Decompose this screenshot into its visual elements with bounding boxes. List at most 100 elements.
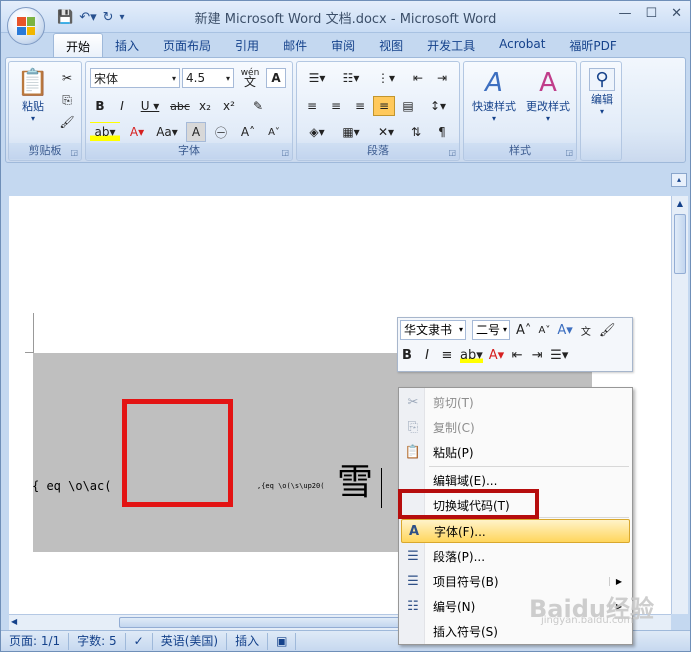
font-name-combo[interactable]: 宋体 ▾ <box>90 68 180 88</box>
vertical-scrollbar[interactable]: ▲ <box>671 196 688 614</box>
subscript-button[interactable]: x₂ <box>194 96 216 116</box>
borders-button[interactable]: ▦▾ <box>335 122 367 142</box>
menu-item-cut[interactable]: ✂ 剪切(T) <box>401 390 630 414</box>
status-words[interactable]: 字数: 5 <box>69 632 126 650</box>
font-color-button[interactable]: A▾ <box>124 122 150 142</box>
status-mode[interactable]: 插入 <box>227 632 269 650</box>
copy-icon[interactable]: ⎘ <box>57 90 77 110</box>
status-language[interactable]: 英语(美国) <box>153 632 228 650</box>
format-painter-icon[interactable]: 🖌 <box>599 323 616 338</box>
tab-review[interactable]: 审阅 <box>319 33 367 57</box>
tab-references[interactable]: 引用 <box>223 33 271 57</box>
format-painter-icon[interactable]: 🖌 <box>57 112 77 132</box>
change-case-button[interactable]: Aa▾ <box>152 122 182 142</box>
font-icon: A <box>408 523 420 539</box>
editing-button[interactable]: ⚲ 编辑 ▾ <box>583 68 621 116</box>
menu-item-paragraph[interactable]: ☰ 段落(P)... <box>401 544 630 568</box>
align-center-button[interactable]: ≡ <box>325 96 347 116</box>
bullets-icon[interactable]: ☰▾ <box>550 348 568 363</box>
change-styles-button[interactable]: A 更改样式 ▾ <box>522 68 574 123</box>
tab-page-layout[interactable]: 页面布局 <box>151 33 223 57</box>
align-right-button[interactable]: ≡ <box>349 96 371 116</box>
quick-styles-button[interactable]: A 快速样式 ▾ <box>468 68 520 123</box>
phonetic-icon[interactable]: 文 <box>579 323 593 338</box>
multilevel-list-button[interactable]: ⋮▾ <box>369 68 403 88</box>
macro-record-icon[interactable]: ▣ <box>268 632 297 650</box>
bullets-button[interactable]: ☰▾ <box>301 68 333 88</box>
line-spacing-button[interactable]: ↕▾ <box>423 96 453 116</box>
grow-font-icon[interactable]: A˄ <box>516 323 531 338</box>
tab-insert[interactable]: 插入 <box>103 33 151 57</box>
font-color-icon[interactable]: A▾ <box>489 348 504 363</box>
tab-mailings[interactable]: 邮件 <box>271 33 319 57</box>
scissors-icon: ✂ <box>407 394 419 410</box>
show-marks-button[interactable]: ¶ <box>431 122 453 142</box>
menu-item-copy[interactable]: ⎘ 复制(C) <box>401 415 630 439</box>
office-logo-icon <box>17 17 35 35</box>
maximize-button[interactable]: ☐ <box>645 6 657 21</box>
dialog-launcher-icon[interactable]: ◲ <box>281 148 289 157</box>
scroll-left-icon[interactable]: ◀ <box>11 617 17 626</box>
tab-foxit-pdf[interactable]: 福昕PDF <box>557 33 628 57</box>
decrease-indent-icon[interactable]: ⇤ <box>510 348 524 363</box>
minimize-button[interactable]: — <box>618 6 631 21</box>
clear-format-button[interactable]: ✎ <box>246 96 270 116</box>
numbering-button[interactable]: ☷▾ <box>335 68 367 88</box>
h-scroll-thumb[interactable] <box>119 617 439 628</box>
enclose-char-button[interactable]: ㊀ <box>210 122 232 142</box>
strikethrough-button[interactable]: abc <box>168 96 192 116</box>
underline-button[interactable]: U ▾ <box>136 96 164 116</box>
field-code-text-1[interactable]: { eq \o\ac( <box>32 479 111 493</box>
title-bar: 💾 ↶▾ ↻ ▾ 新建 Microsoft Word 文档.docx - Mic… <box>1 1 690 33</box>
superscript-button[interactable]: x² <box>218 96 240 116</box>
bold-icon[interactable]: B <box>400 348 414 363</box>
cut-icon[interactable]: ✂ <box>57 68 77 88</box>
mini-font-combo[interactable]: 华文隶书 ▾ <box>400 320 466 340</box>
italic-icon[interactable]: I <box>420 348 434 363</box>
menu-item-font[interactable]: A 字体(F)... <box>401 519 630 543</box>
distribute-button[interactable]: ▤ <box>397 96 419 116</box>
paste-button[interactable]: 📋 粘贴 ▾ <box>15 68 51 123</box>
field-code-text-2[interactable]: ,{eq \o(\s\up20( <box>257 482 324 490</box>
office-button[interactable] <box>7 7 45 45</box>
sort-button[interactable]: ⇅ <box>405 122 427 142</box>
dialog-launcher-icon[interactable]: ◲ <box>70 148 78 157</box>
align-left-button[interactable]: ≡ <box>301 96 323 116</box>
scroll-up-icon[interactable]: ▲ <box>672 196 688 212</box>
tab-acrobat[interactable]: Acrobat <box>487 33 557 57</box>
tab-developer[interactable]: 开发工具 <box>415 33 487 57</box>
char-shading-button[interactable]: A <box>186 122 206 142</box>
menu-item-paste[interactable]: 📋 粘贴(P) <box>401 440 630 464</box>
status-page[interactable]: 页面: 1/1 <box>1 632 70 650</box>
highlight-button[interactable]: ab▾ <box>90 122 120 142</box>
ribbon-tabs: 开始 插入 页面布局 引用 邮件 审阅 视图 开发工具 Acrobat 福昕PD… <box>1 33 690 57</box>
paragraph-group: ☰▾ ☷▾ ⋮▾ ⇤ ⇥ ≡ ≡ ≡ ≡ ▤ ↕▾ ◈▾ ▦▾ ✕▾ ⇅ ¶ 段… <box>296 61 460 161</box>
dialog-launcher-icon[interactable]: ◲ <box>448 148 456 157</box>
mini-size-combo[interactable]: 二号 ▾ <box>472 320 510 340</box>
italic-button[interactable]: I <box>112 96 132 116</box>
shrink-font-icon[interactable]: A˅ <box>537 325 551 336</box>
enclosed-character[interactable]: 雪 <box>337 453 373 505</box>
dialog-launcher-icon[interactable]: ◲ <box>565 148 573 157</box>
highlight-icon[interactable]: ab▾ <box>460 348 483 363</box>
shrink-font-button[interactable]: A˅ <box>262 122 286 142</box>
justify-button[interactable]: ≡ <box>373 96 395 116</box>
proofing-icon[interactable]: ✓ <box>126 632 153 650</box>
char-border-button[interactable]: A <box>266 68 286 88</box>
increase-indent-button[interactable]: ⇥ <box>431 68 453 88</box>
bold-button[interactable]: B <box>90 96 110 116</box>
scroll-thumb[interactable] <box>674 214 686 274</box>
shading-button[interactable]: ◈▾ <box>301 122 333 142</box>
increase-indent-icon[interactable]: ⇥ <box>530 348 544 363</box>
styles-icon[interactable]: A▾ <box>557 323 572 338</box>
decrease-indent-button[interactable]: ⇤ <box>407 68 429 88</box>
phonetic-guide-button[interactable]: wén 文 <box>238 68 262 89</box>
chinese-layout-button[interactable]: ✕▾ <box>371 122 401 142</box>
tab-view[interactable]: 视图 <box>367 33 415 57</box>
font-size-combo[interactable]: 4.5 ▾ <box>182 68 234 88</box>
grow-font-button[interactable]: A˄ <box>236 122 260 142</box>
ruler-toggle-icon[interactable]: ▴ <box>671 173 687 187</box>
center-icon[interactable]: ≡ <box>440 348 454 363</box>
tab-home[interactable]: 开始 <box>53 33 104 57</box>
close-button[interactable]: ✕ <box>671 6 682 21</box>
